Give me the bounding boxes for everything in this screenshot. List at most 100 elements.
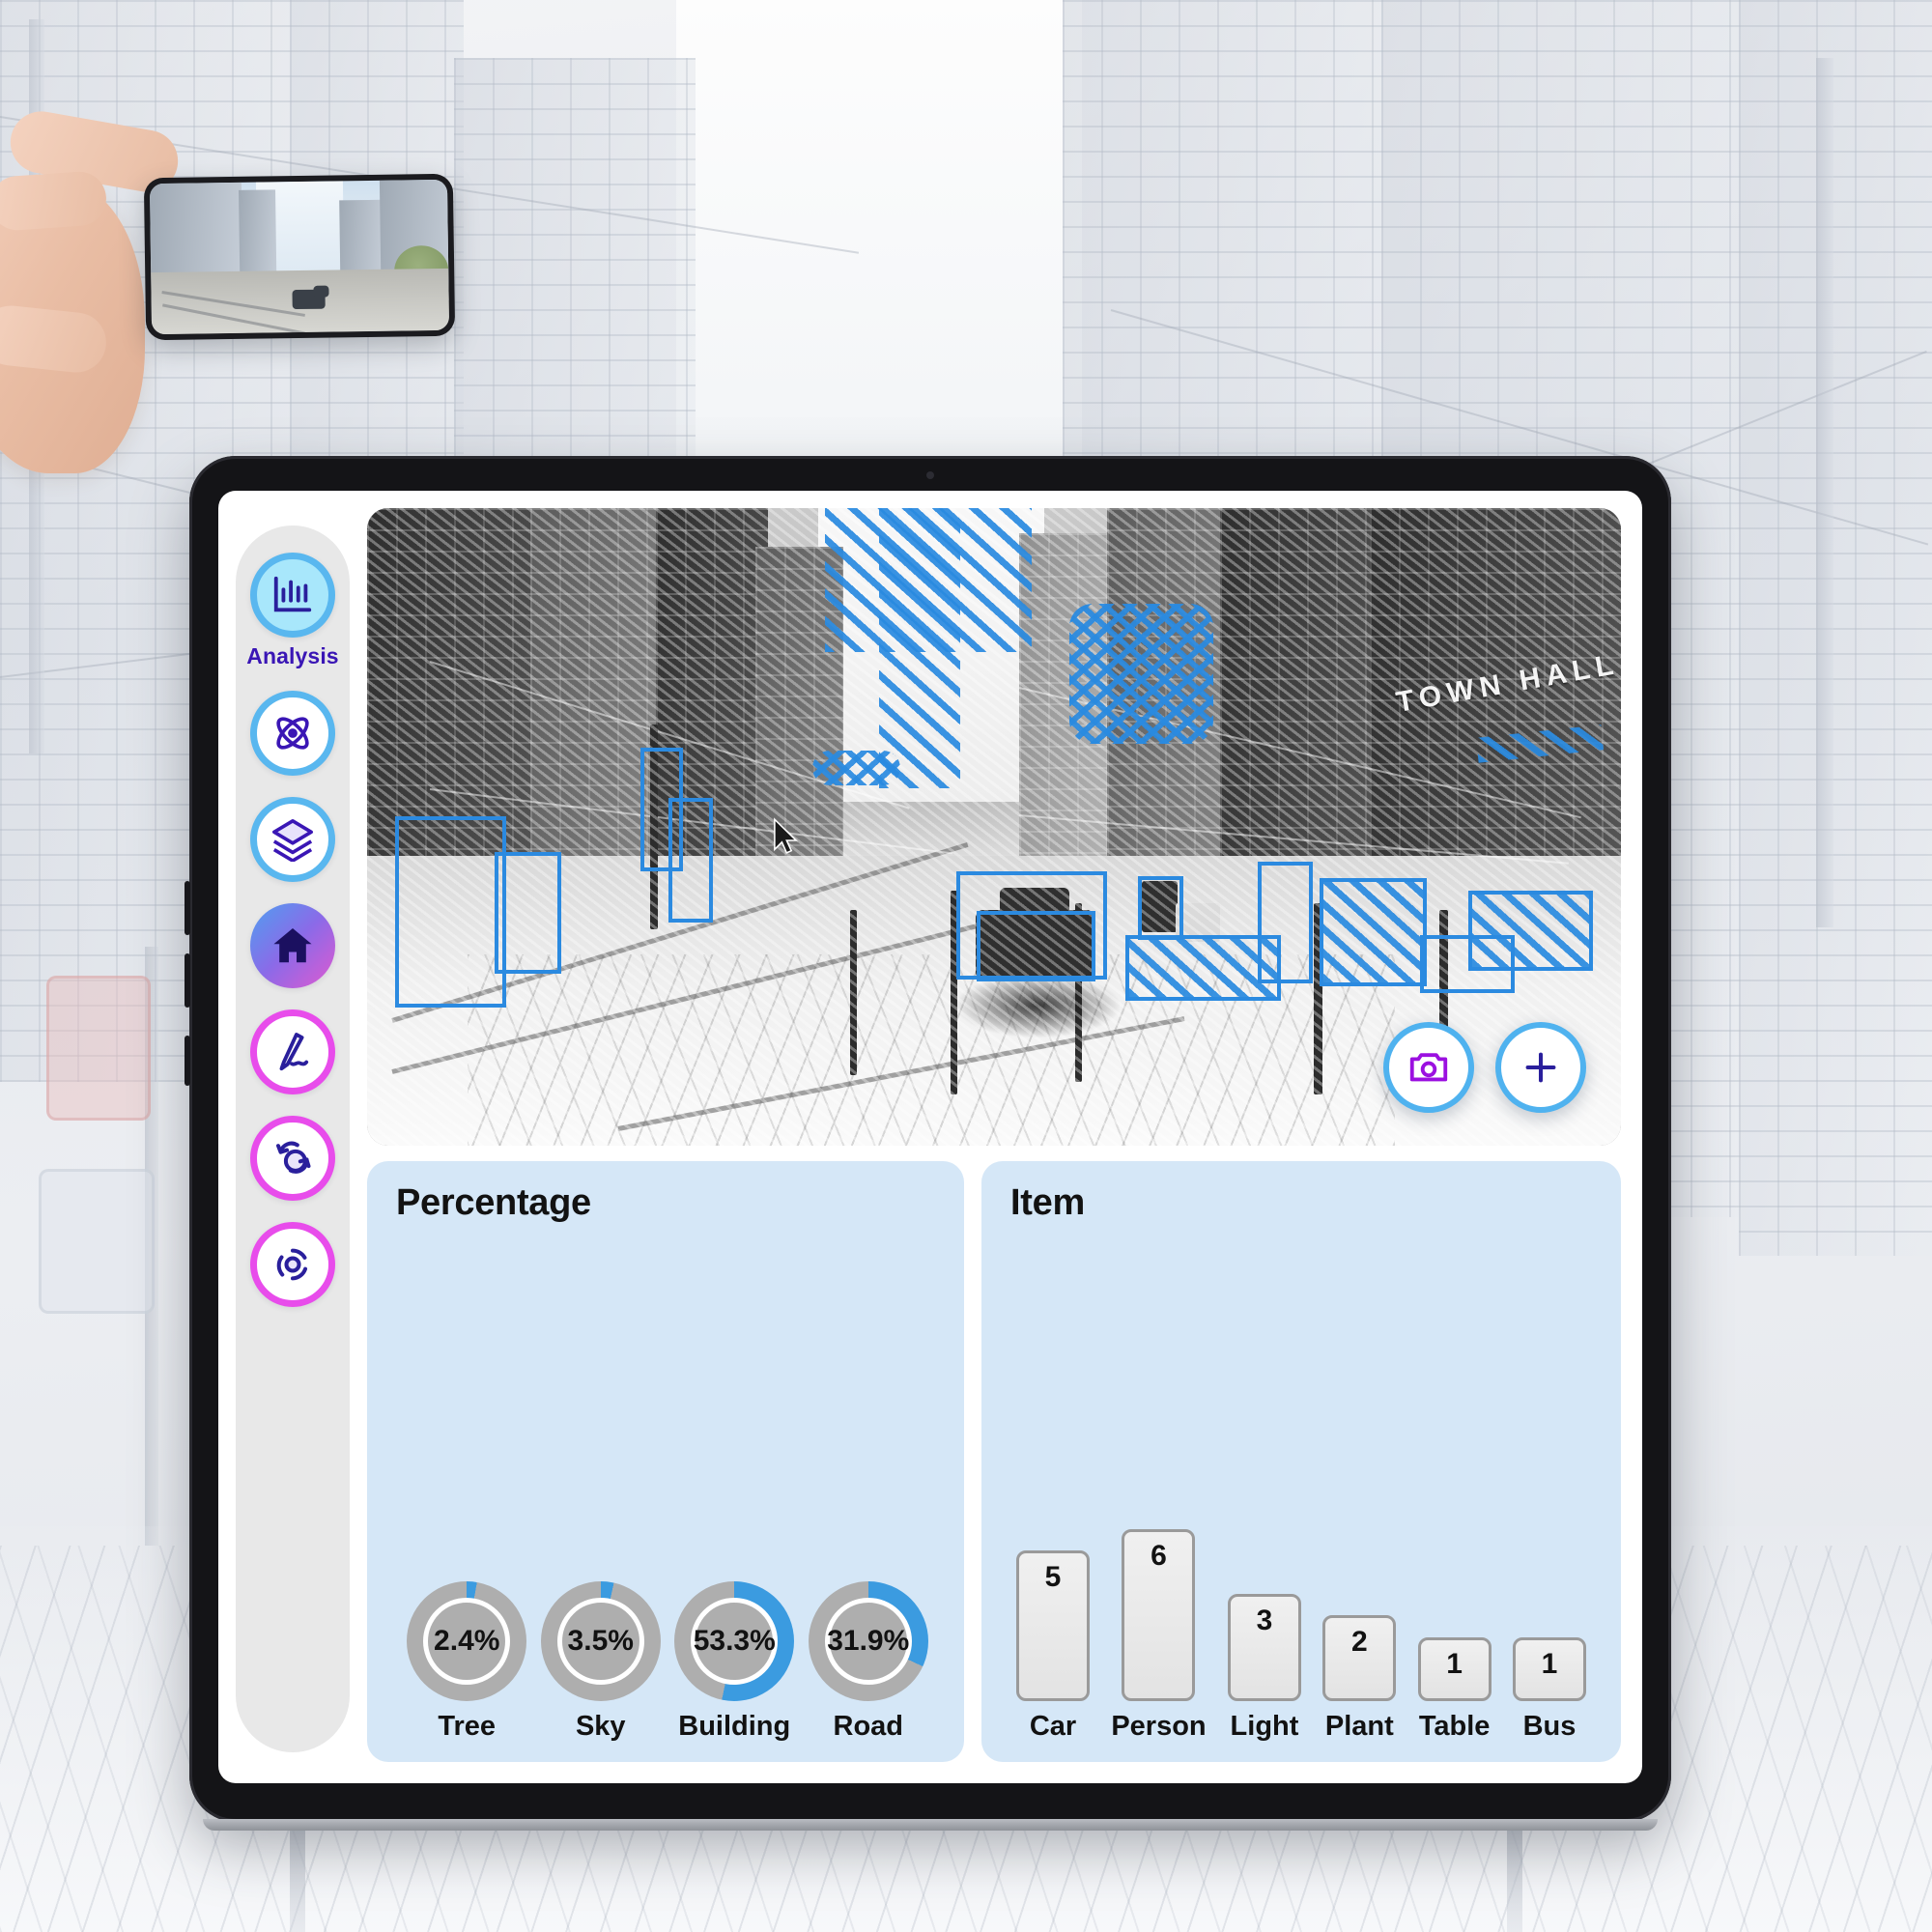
phone-in-hand (0, 106, 502, 473)
camera-icon (1409, 1053, 1448, 1082)
sidebar-item-home[interactable] (250, 903, 335, 988)
tablet-stand-leg (290, 1826, 305, 1932)
detection-box-person[interactable] (495, 852, 562, 974)
item-bar-label: Light (1230, 1711, 1299, 1742)
item-bar-value: 1 (1541, 1647, 1558, 1680)
percentage-panel: Percentage 2.4% Tree 3.5% Sky 53.3% Building 3… (367, 1161, 964, 1762)
target-focus-icon (276, 1248, 308, 1281)
gauge-inner: 3.5% (556, 1598, 644, 1685)
donut-gauge: 31.9% (808, 1581, 928, 1701)
gauge-inner: 2.4% (423, 1598, 511, 1685)
item-bar-light[interactable]: 3 Light (1227, 1594, 1301, 1743)
tablet-front-camera-icon (926, 471, 934, 479)
item-bar: 1 (1512, 1636, 1586, 1701)
home-icon (273, 927, 312, 963)
item-bar-bus[interactable]: 1 Bus (1512, 1636, 1586, 1743)
item-bar: 3 (1227, 1594, 1301, 1701)
sidebar-item-analysis[interactable]: Analysis (246, 553, 339, 669)
smartphone[interactable] (143, 173, 456, 341)
detection-box-person[interactable] (1257, 862, 1313, 983)
item-bar: 2 (1322, 1615, 1397, 1701)
segment-tree (811, 750, 900, 786)
item-bar-table[interactable]: 1 Table (1417, 1636, 1492, 1743)
gauge-value: 31.9% (827, 1625, 910, 1657)
sidebar-item-atom-circle[interactable] (250, 691, 335, 776)
donut-gauge: 3.5% (540, 1581, 661, 1701)
sidebar-item-signature[interactable] (250, 1009, 335, 1094)
percentage-gauge-row: 2.4% Tree 3.5% Sky 53.3% Building 31.9% Road (396, 1230, 939, 1748)
item-bar-person[interactable]: 6 Person (1111, 1529, 1207, 1743)
stats-panels: Percentage 2.4% Tree 3.5% Sky 53.3% Building 3… (367, 1161, 1621, 1762)
sidebar-item-layers[interactable] (250, 797, 335, 882)
item-bar-value: 1 (1446, 1647, 1463, 1680)
camera-button[interactable] (1383, 1022, 1474, 1113)
sidebar-item-refresh-circle[interactable] (250, 1116, 335, 1201)
background-sign (46, 976, 151, 1121)
tablet-screen: Analysis TOWN HALL Percentage 2.4% Tree … (218, 491, 1642, 1783)
donut-gauge: 2.4% (407, 1581, 527, 1701)
percentage-gauge-building[interactable]: 53.3% Building (674, 1581, 795, 1743)
tablet-device: Analysis TOWN HALL Percentage 2.4% Tree … (185, 456, 1671, 1831)
sidebar-nav: Analysis (236, 526, 350, 1752)
percentage-gauge-tree[interactable]: 2.4% Tree (407, 1581, 527, 1743)
percentage-gauge-road[interactable]: 31.9% Road (808, 1581, 928, 1743)
add-button[interactable] (1495, 1022, 1586, 1113)
item-bar-value: 3 (1256, 1605, 1273, 1636)
detection-box-car[interactable] (976, 911, 1096, 981)
item-bar-row: 5 Car 6 Person 3 Light 2 Plant 1 Table 1 Bus (1010, 1230, 1596, 1748)
detection-box-table[interactable] (1420, 935, 1515, 993)
item-panel-title: Item (1010, 1182, 1085, 1223)
refresh-sync-icon (276, 1141, 311, 1174)
viewer-action-buttons (1383, 1022, 1586, 1113)
item-bar-label: Car (1029, 1711, 1077, 1742)
phone-screen (149, 179, 450, 335)
atom-icon (276, 717, 309, 750)
sidebar-item-atom[interactable] (250, 691, 335, 776)
item-bar-label: Table (1418, 1711, 1491, 1742)
gauge-value: 53.3% (693, 1625, 776, 1657)
item-bar-value: 5 (1044, 1561, 1062, 1594)
item-bar-plant[interactable]: 2 Plant (1322, 1615, 1397, 1743)
sidebar-item-label: Analysis (246, 643, 339, 668)
detection-box-car[interactable] (1138, 876, 1183, 941)
gauge-inner: 53.3% (691, 1598, 779, 1685)
sidebar-item-target-circle[interactable] (250, 1222, 335, 1307)
sidebar-item-layers-circle[interactable] (250, 797, 335, 882)
sidebar-item-home-circle[interactable] (250, 903, 335, 988)
gauge-inner: 31.9% (824, 1598, 912, 1685)
tablet-volume-up-button[interactable] (185, 881, 190, 935)
item-bar-label: Person (1111, 1711, 1207, 1742)
detection-box-plant[interactable] (1320, 877, 1427, 986)
tablet-volume-down-button[interactable] (185, 953, 190, 1008)
gauge-label: Sky (575, 1711, 626, 1742)
gauge-value: 3.5% (567, 1625, 634, 1657)
sidebar-item-signature-circle[interactable] (250, 1009, 335, 1094)
item-bar-label: Bus (1522, 1711, 1577, 1742)
detection-box-person[interactable] (394, 815, 507, 1008)
item-bar-value: 6 (1151, 1540, 1167, 1572)
item-bar-value: 2 (1350, 1626, 1368, 1659)
sidebar-item-target[interactable] (250, 1222, 335, 1307)
tablet-stand-leg (1507, 1826, 1522, 1932)
item-panel: Item 5 Car 6 Person 3 Light 2 Plant 1 Table 1 Bus (981, 1161, 1621, 1762)
segment-tree (1068, 604, 1214, 745)
detection-box-light[interactable] (668, 798, 714, 923)
background-window-grid (1739, 0, 1932, 1256)
percentage-gauge-sky[interactable]: 3.5% Sky (540, 1581, 661, 1743)
background-pole (1816, 58, 1833, 927)
gauge-label: Tree (438, 1711, 497, 1742)
main-content: TOWN HALL Percentage 2.4% Tree 3.5% Sky … (367, 508, 1621, 1762)
background-arrow-sign (39, 1169, 155, 1314)
donut-gauge: 53.3% (674, 1581, 795, 1701)
item-bar-car[interactable]: 5 Car (1016, 1550, 1090, 1743)
plus-icon (1525, 1052, 1556, 1083)
layers-icon (272, 819, 313, 862)
item-bar: 5 (1016, 1550, 1090, 1701)
image-viewer[interactable]: TOWN HALL (367, 508, 1621, 1146)
mouse-cursor-icon (774, 817, 798, 855)
sidebar-item-analysis-circle[interactable] (250, 553, 335, 638)
segment-sky (878, 508, 960, 789)
percentage-panel-title: Percentage (396, 1182, 591, 1223)
sidebar-item-refresh[interactable] (250, 1116, 335, 1201)
tablet-power-button[interactable] (185, 1036, 190, 1086)
